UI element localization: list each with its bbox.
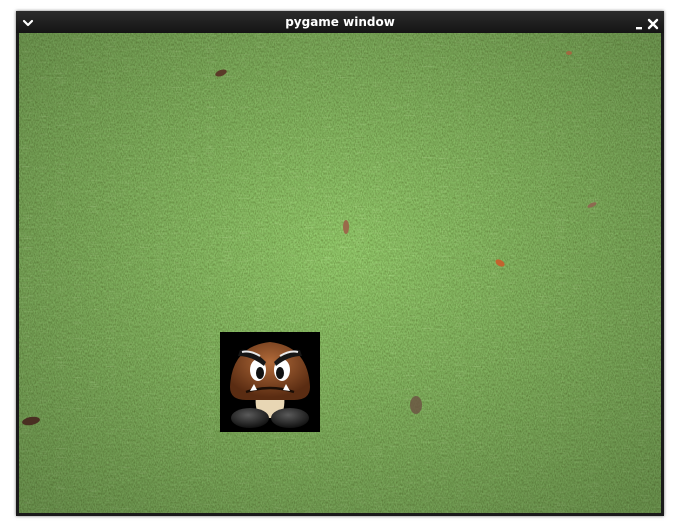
dry-leaf [566,51,572,55]
window-title: pygame window [285,15,395,29]
minimize-icon [636,27,642,30]
grass-background [19,33,661,513]
goomba-sprite [220,332,320,432]
close-icon [647,18,659,30]
title-bar[interactable]: pygame window [16,11,664,33]
pygame-window: pygame window [16,11,664,516]
dry-leaf [410,396,422,414]
close-button[interactable] [647,15,659,30]
game-canvas[interactable] [19,33,661,513]
dry-leaf [343,220,349,234]
goomba-icon [230,342,310,428]
minimize-button[interactable] [634,16,644,30]
